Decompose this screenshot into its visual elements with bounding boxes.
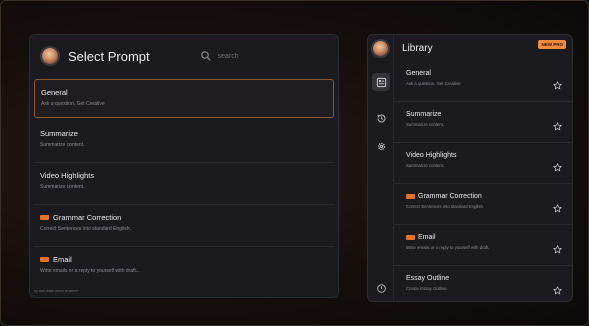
star-icon: [553, 286, 562, 295]
library-item-desc: Summarize content.: [406, 163, 445, 168]
library-icon: [376, 77, 386, 87]
select-prompt-title: Select Prompt: [68, 48, 150, 64]
prompt-item-email[interactable]: Email Write emails or a reply to yoursel…: [34, 247, 334, 289]
sidebar-rail: [368, 35, 394, 301]
library-item-title: Grammar Correction: [418, 193, 482, 200]
star-icon: [553, 81, 562, 90]
new-badge-icon: [40, 215, 49, 220]
star-icon: [553, 163, 562, 172]
new-badge-icon: [40, 257, 49, 262]
library-item-title: Essay Outline: [406, 275, 450, 282]
library-item-desc: Summarize content.: [406, 122, 445, 127]
library-panel: Library NEW PRO General Ask a question, …: [367, 34, 573, 302]
prompt-item-desc: Summarize content.: [40, 184, 85, 190]
library-item-title-row: Grammar Correction: [406, 193, 546, 200]
history-icon: [376, 114, 385, 122]
library-item-desc: Ask a question, Get Creative: [406, 81, 461, 86]
favorite-star-button[interactable]: [553, 282, 562, 295]
app-window: Select Prompt General Ask a question, Ge…: [0, 0, 589, 326]
prompt-item-title: General: [41, 88, 68, 97]
library-item-email[interactable]: Email Write emails or a reply to yoursel…: [394, 225, 572, 266]
favorite-star-button[interactable]: [553, 118, 562, 131]
star-icon: [553, 204, 562, 213]
new-badge-icon: [406, 194, 415, 199]
library-item-video-highlights[interactable]: Video Highlights Summarize content.: [394, 143, 572, 184]
prompt-item-title: Summarize: [40, 129, 78, 138]
favorite-star-button[interactable]: [553, 159, 562, 172]
power-icon: [376, 283, 386, 293]
search-input[interactable]: [217, 52, 298, 60]
prompt-item-video-highlights[interactable]: Video Highlights Summarize content.: [34, 163, 334, 205]
prompt-item-summarize[interactable]: Summarize Summarize content.: [34, 121, 334, 163]
select-prompt-panel: Select Prompt General Ask a question, Ge…: [29, 34, 339, 298]
prompt-list: General Ask a question, Get Creative Sum…: [34, 79, 334, 289]
keyboard-hint: up and down arrow to select: [34, 289, 78, 293]
search-icon: [200, 51, 211, 61]
library-item-general[interactable]: General Ask a question, Get Creative: [394, 61, 572, 102]
prompt-item-title: Video Highlights: [40, 171, 95, 180]
library-item-desc: Write emails or a reply to yourself with…: [406, 245, 490, 250]
prompt-item-general[interactable]: General Ask a question, Get Creative: [34, 79, 334, 118]
prompt-item-desc: Correct Sentences into standard English.: [40, 226, 131, 232]
favorite-star-button[interactable]: [553, 241, 562, 254]
sidebar-item-power[interactable]: [372, 279, 390, 297]
library-item-desc: Correct Sentences into standard English.: [406, 204, 485, 209]
prompt-item-title-row: Grammar Correction: [40, 213, 328, 222]
library-item-title: Summarize: [406, 111, 442, 118]
library-item-title-row: Email: [406, 234, 546, 241]
sidebar-item-library[interactable]: [372, 73, 390, 91]
star-icon: [553, 245, 562, 254]
star-icon: [553, 122, 562, 131]
library-list: General Ask a question, Get Creative Sum…: [394, 61, 572, 301]
library-item-essay-outline[interactable]: Essay Outline Create Essay Outline.: [394, 266, 572, 301]
library-item-title: Email: [418, 234, 436, 241]
library-item-title: General: [406, 70, 431, 77]
avatar[interactable]: [371, 39, 390, 58]
library-item-desc: Create Essay Outline.: [406, 286, 448, 291]
avatar[interactable]: [40, 46, 60, 66]
prompt-item-desc: Write emails or a reply to yourself with…: [40, 268, 140, 274]
prompt-item-title-row: Email: [40, 255, 328, 264]
library-item-grammar-correction[interactable]: Grammar Correction Correct Sentences int…: [394, 184, 572, 225]
favorite-star-button[interactable]: [553, 77, 562, 90]
library-item-title: Video Highlights: [406, 152, 457, 159]
prompt-item-grammar-correction[interactable]: Grammar Correction Correct Sentences int…: [34, 205, 334, 247]
sidebar-item-settings[interactable]: [372, 137, 390, 155]
library-title: Library: [402, 42, 433, 54]
favorite-star-button[interactable]: [553, 200, 562, 213]
new-badge-icon: [406, 235, 415, 240]
pro-badge[interactable]: NEW PRO: [538, 40, 566, 49]
select-prompt-header: Select Prompt: [30, 35, 338, 77]
prompt-item-title: Grammar Correction: [53, 213, 122, 222]
search-box[interactable]: [200, 50, 298, 62]
library-item-summarize[interactable]: Summarize Summarize content.: [394, 102, 572, 143]
prompt-item-desc: Ask a question, Get Creative: [41, 101, 105, 107]
sidebar-item-history[interactable]: [372, 109, 390, 127]
gear-icon: [377, 142, 385, 150]
prompt-item-desc: Summarize content.: [40, 142, 85, 148]
prompt-item-title: Email: [53, 255, 72, 264]
